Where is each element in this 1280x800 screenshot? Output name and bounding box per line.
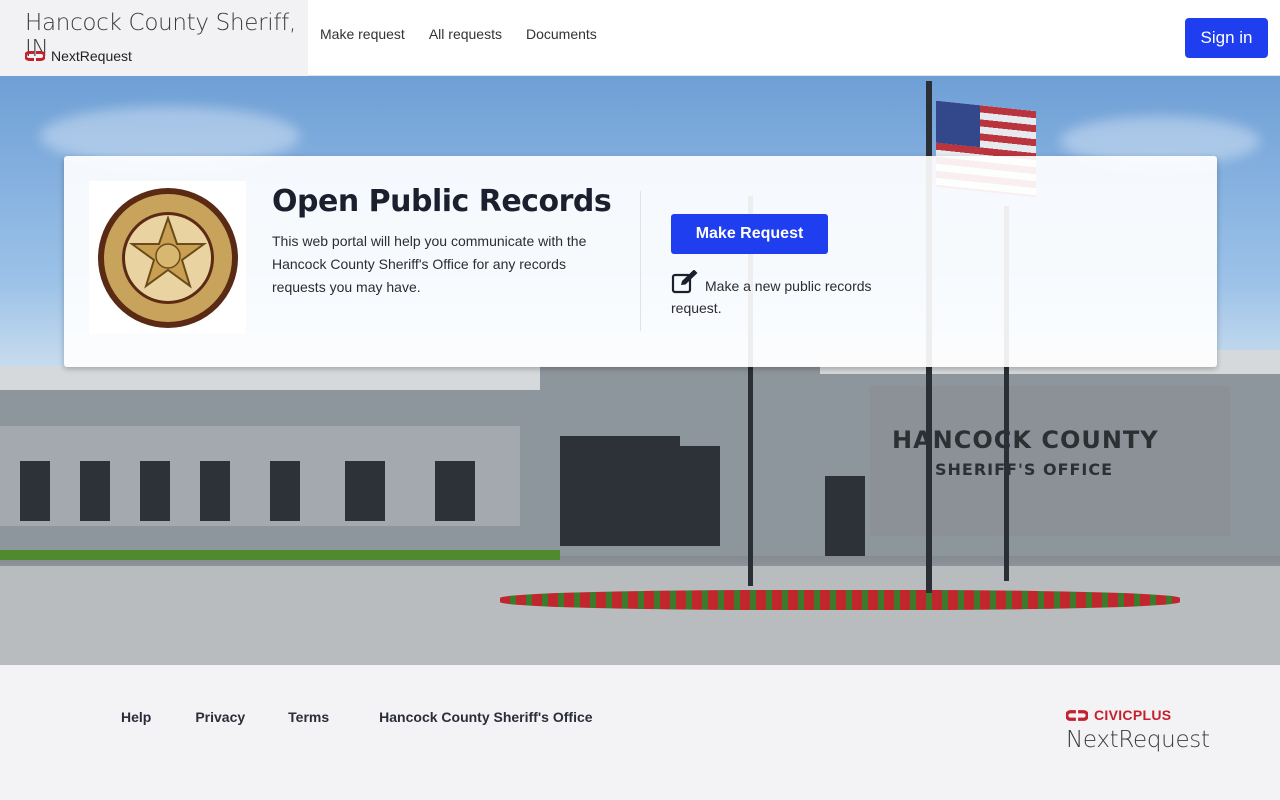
make-request-hint-text: Make a new public records request. <box>671 278 872 316</box>
sheriff-seal-icon <box>89 181 246 334</box>
civicplus-wordmark: CIVICPLUS <box>1066 707 1210 723</box>
footer-help-link[interactable]: Help <box>121 709 151 725</box>
footer-privacy-link[interactable]: Privacy <box>195 709 245 725</box>
civicplus-logo-icon <box>1066 709 1088 721</box>
nav-documents[interactable]: Documents <box>526 26 597 42</box>
civicplus-text: CIVICPLUS <box>1094 707 1172 723</box>
civicplus-product: NextRequest <box>1066 727 1210 753</box>
footer-links: Help Privacy Terms Hancock County Sherif… <box>121 709 593 725</box>
platform-name: NextRequest <box>51 48 132 64</box>
building-sign: HANCOCK COUNTY <box>892 426 1159 454</box>
make-request-hint: Make a new public records request. <box>671 270 901 319</box>
intro-card: Open Public Records This web portal will… <box>64 156 1217 367</box>
nav-all-requests[interactable]: All requests <box>429 26 502 42</box>
lawn-decoration <box>0 550 560 560</box>
divider <box>640 191 641 331</box>
platform-brand: NextRequest <box>25 48 132 64</box>
site-footer: Help Privacy Terms Hancock County Sherif… <box>0 665 1280 800</box>
intro-description: This web portal will help you communicat… <box>272 233 587 295</box>
building-sign-sub: SHERIFF'S OFFICE <box>935 460 1114 479</box>
footer-terms-link[interactable]: Terms <box>288 709 329 725</box>
main-nav: Make request All requests Documents <box>320 26 597 42</box>
site-header: Hancock County Sheriff, IN NextRequest M… <box>0 0 1280 76</box>
sign-in-button[interactable]: Sign in <box>1185 18 1268 58</box>
footer-agency-link[interactable]: Hancock County Sheriff's Office <box>379 709 592 725</box>
brand-block[interactable]: Hancock County Sheriff, IN NextRequest <box>0 0 308 76</box>
edit-icon <box>671 270 698 294</box>
flower-bed-decoration <box>500 590 1180 610</box>
page-title: Open Public Records <box>272 184 612 219</box>
nextrequest-logo-icon <box>25 51 45 61</box>
make-request-button[interactable]: Make Request <box>671 214 828 254</box>
seal-graphic <box>97 187 238 328</box>
driveway-decoration <box>0 566 1280 665</box>
nav-make-request[interactable]: Make request <box>320 26 405 42</box>
civicplus-brand[interactable]: CIVICPLUS NextRequest <box>1066 707 1210 753</box>
